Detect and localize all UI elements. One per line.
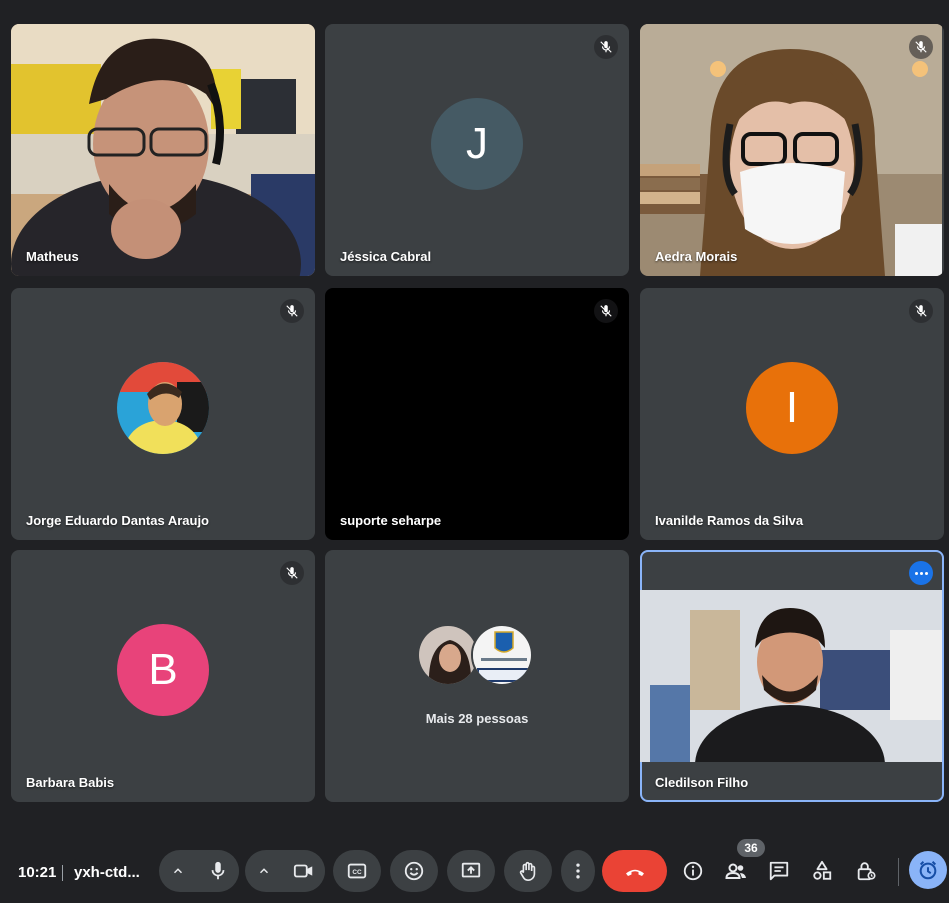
participant-name: Matheus bbox=[26, 249, 79, 264]
divider bbox=[62, 865, 63, 881]
chat-button[interactable] bbox=[759, 850, 799, 892]
divider bbox=[898, 858, 899, 886]
more-vert-icon bbox=[576, 863, 580, 879]
more-participants-tile[interactable]: Mais 28 pessoas bbox=[325, 550, 629, 802]
more-options-button[interactable] bbox=[909, 561, 933, 585]
mic-off-icon bbox=[594, 35, 618, 59]
participant-name: Jéssica Cabral bbox=[340, 249, 432, 264]
mic-icon bbox=[211, 861, 225, 880]
activities-icon bbox=[813, 860, 832, 880]
raise-hand-button[interactable] bbox=[504, 850, 552, 892]
avatar bbox=[417, 624, 479, 686]
participant-tile-ivanilde[interactable]: I Ivanilde Ramos da Silva bbox=[640, 288, 944, 540]
participant-tile-barbara-babis[interactable]: B Barbara Babis bbox=[11, 550, 315, 802]
present-button[interactable] bbox=[447, 850, 495, 892]
avatar: B bbox=[117, 624, 209, 716]
avatar bbox=[117, 362, 209, 454]
present-icon bbox=[461, 862, 481, 878]
meeting-time: 10:21 bbox=[18, 864, 57, 881]
group-avatars bbox=[417, 624, 537, 688]
mic-off-icon bbox=[280, 561, 304, 585]
mic-off-icon bbox=[909, 299, 933, 323]
camera-control bbox=[245, 850, 325, 892]
participant-name: Barbara Babis bbox=[26, 775, 115, 790]
participant-name: Aedra Morais bbox=[655, 249, 738, 264]
participant-video bbox=[640, 24, 942, 276]
host-controls-icon bbox=[857, 862, 876, 881]
raise-hand-icon bbox=[519, 861, 536, 881]
avatar bbox=[471, 624, 533, 686]
participant-tile-cledilson-filho[interactable]: Cledilson Filho bbox=[640, 550, 944, 802]
emoji-button[interactable] bbox=[390, 850, 438, 892]
participant-tile-matheus[interactable]: Matheus bbox=[11, 24, 315, 276]
chat-icon bbox=[769, 861, 789, 881]
mic-off-icon bbox=[909, 35, 933, 59]
bottom-toolbar: 10:21 yxh-ctd... CC 36 bbox=[0, 831, 949, 903]
emoji-icon bbox=[404, 861, 424, 881]
avatar: I bbox=[746, 362, 838, 454]
svg-text:CC: CC bbox=[352, 869, 362, 876]
people-icon bbox=[725, 863, 746, 879]
participant-name: Ivanilde Ramos da Silva bbox=[655, 513, 804, 528]
activities-button[interactable] bbox=[802, 850, 842, 892]
camera-button[interactable] bbox=[283, 850, 325, 892]
participant-video bbox=[640, 590, 942, 762]
hangup-icon bbox=[625, 869, 644, 876]
meeting-info-button[interactable] bbox=[673, 850, 713, 892]
participant-tile-jorge-eduardo[interactable]: Jorge Eduardo Dantas Araujo bbox=[11, 288, 315, 540]
mic-options-chevron-icon[interactable] bbox=[159, 850, 197, 892]
participant-name: Jorge Eduardo Dantas Araujo bbox=[26, 513, 209, 528]
mic-control bbox=[159, 850, 239, 892]
mic-off-icon bbox=[594, 299, 618, 323]
info-icon bbox=[683, 861, 703, 881]
timer-button[interactable] bbox=[909, 851, 947, 889]
host-controls-button[interactable] bbox=[846, 850, 886, 892]
participant-tile-suporte-seharpe[interactable]: suporte seharpe bbox=[325, 288, 629, 540]
leave-call-button[interactable] bbox=[602, 850, 667, 892]
participant-tile-aedra-morais[interactable]: Aedra Morais bbox=[640, 24, 944, 276]
mic-off-icon bbox=[280, 299, 304, 323]
avatar: J bbox=[431, 98, 523, 190]
participant-name: suporte seharpe bbox=[340, 513, 442, 528]
camera-options-chevron-icon[interactable] bbox=[245, 850, 283, 892]
timer-icon bbox=[919, 861, 937, 880]
meeting-code[interactable]: yxh-ctd... bbox=[74, 864, 140, 881]
participant-tile-jessica-cabral[interactable]: J Jéssica Cabral bbox=[325, 24, 629, 276]
mic-button[interactable] bbox=[197, 850, 239, 892]
more-options-button[interactable] bbox=[561, 850, 595, 892]
more-participants-label: Mais 28 pessoas bbox=[425, 711, 529, 726]
captions-icon: CC bbox=[347, 863, 367, 879]
participant-video bbox=[11, 24, 315, 276]
camera-icon bbox=[293, 864, 313, 878]
participant-name: Cledilson Filho bbox=[655, 775, 749, 790]
captions-button[interactable]: CC bbox=[333, 850, 381, 892]
